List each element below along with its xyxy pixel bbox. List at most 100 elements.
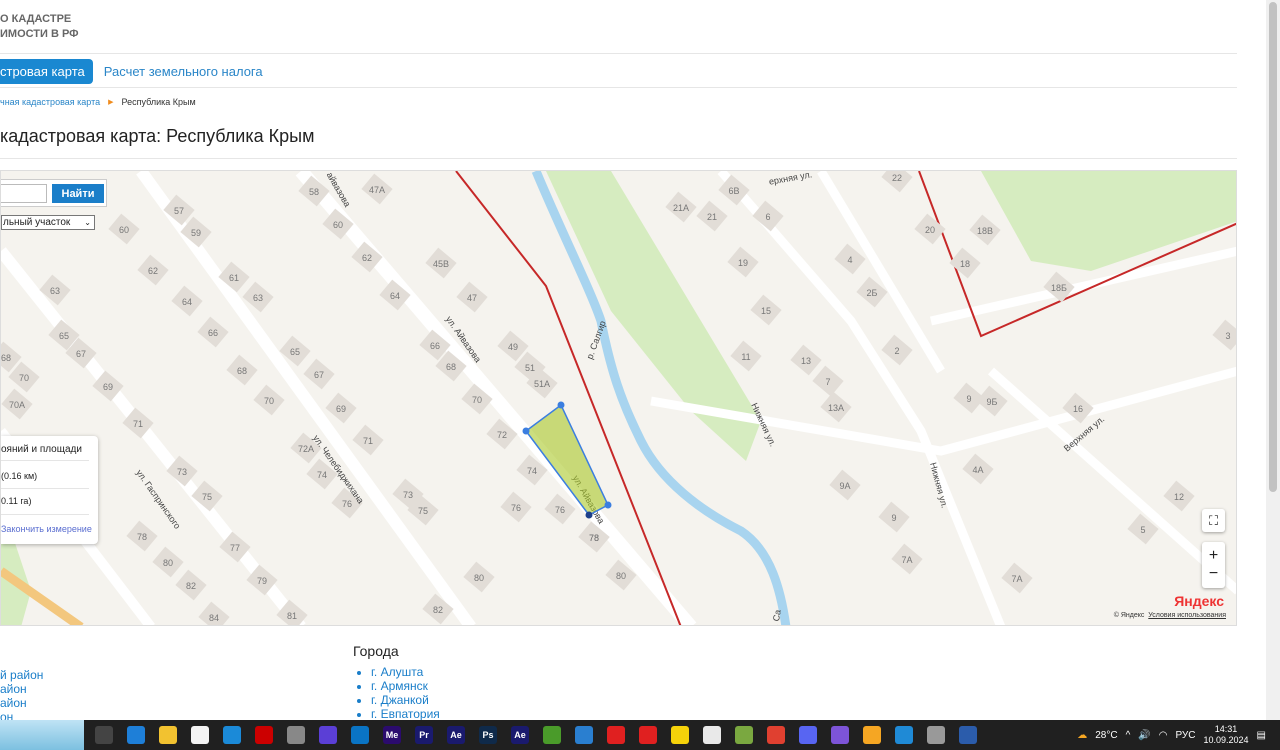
fullscreen-button[interactable]: ⛶	[1202, 509, 1225, 532]
cadastral-search-input[interactable]	[1, 184, 47, 203]
store-app-icon[interactable]: store	[191, 726, 209, 744]
network-app-icon[interactable]: network	[927, 726, 945, 744]
zoom-control: + −	[1202, 542, 1225, 588]
vertex-handle	[557, 401, 565, 409]
district-link[interactable]: айон	[0, 682, 43, 696]
building-number: 4	[847, 255, 852, 265]
discord-app-icon[interactable]: discord	[799, 726, 817, 744]
anydesk-app-icon[interactable]: anydesk	[767, 726, 785, 744]
building-number: 71	[133, 419, 143, 429]
divider	[0, 87, 1237, 88]
building-number: 45В	[433, 259, 449, 269]
wifi-icon[interactable]: ◠	[1159, 730, 1168, 741]
yandex-browser-app-icon[interactable]: yandex-browser	[703, 726, 721, 744]
breadcrumb-arrow-icon: ▶	[108, 99, 114, 106]
building-number: 73	[177, 467, 187, 477]
breadcrumb: чная кадастровая карта ▶ Республика Крым	[0, 97, 196, 107]
pr-app-icon[interactable]: Pr	[415, 726, 433, 744]
building-number: 69	[103, 382, 113, 392]
edge-app-icon[interactable]: edge	[127, 726, 145, 744]
building-number: 61	[229, 273, 239, 283]
building-number: 18Б	[1051, 283, 1067, 293]
building-number: 67	[314, 370, 324, 380]
select-value: льный участок	[3, 217, 71, 228]
nav-land-tax[interactable]: Расчет земельного налога	[104, 64, 263, 79]
chevron-down-icon: ⌄	[84, 218, 91, 227]
building-number: 21А	[673, 203, 689, 213]
task-view-app-icon[interactable]: task-view	[95, 726, 113, 744]
measured-parcel-polygon	[524, 403, 609, 516]
volume-icon[interactable]: 🔊	[1138, 730, 1150, 741]
cloud-app-icon[interactable]: cloud	[287, 726, 305, 744]
yandex-app-icon[interactable]: yandex	[639, 726, 657, 744]
s-app-app-icon[interactable]: s-app	[255, 726, 273, 744]
scrollbar-thumb[interactable]	[1269, 2, 1277, 492]
building-number: 4А	[972, 465, 983, 475]
ae-app-icon[interactable]: Ae	[511, 726, 529, 744]
building-number: 16	[1073, 404, 1083, 414]
terms-link[interactable]: Условия использования	[1148, 612, 1226, 619]
copyright-text: © Яндекс	[1113, 612, 1145, 619]
weather-icon[interactable]: ☁	[1077, 730, 1087, 741]
zoom-out-button[interactable]: −	[1209, 565, 1218, 583]
me-app-icon[interactable]: Me	[383, 726, 401, 744]
opera-app-icon[interactable]: opera	[607, 726, 625, 744]
notifications-icon[interactable]: ▤	[1257, 730, 1266, 741]
logo-line: ИМОСТИ В РФ	[0, 28, 79, 40]
beeline-app-icon[interactable]: beeline	[671, 726, 689, 744]
building-number: 78	[589, 533, 599, 543]
clock[interactable]: 14:31 10.09.2024	[1204, 724, 1249, 746]
city-link[interactable]: г. Джанкой	[371, 693, 440, 707]
remote-app-icon[interactable]: remote	[895, 726, 913, 744]
nav-cadastral-map[interactable]: стровая карта	[0, 59, 93, 84]
building-number: 5	[1140, 525, 1145, 535]
date: 10.09.2024	[1203, 735, 1249, 745]
building-number: 66	[430, 341, 440, 351]
defender-app-icon[interactable]: defender	[575, 726, 593, 744]
breadcrumb-parent[interactable]: чная кадастровая карта	[0, 97, 100, 107]
building-number: 49	[508, 342, 518, 352]
map-canvas[interactable]: 575960626361636466686567697071687070А656…	[1, 171, 1237, 626]
city-link[interactable]: г. Армянск	[371, 679, 440, 693]
word-app-icon[interactable]: Word	[959, 726, 977, 744]
page-scrollbar[interactable]	[1266, 0, 1280, 720]
district-link[interactable]: айон	[0, 696, 43, 710]
chevron-up-icon[interactable]: ^	[1126, 730, 1131, 741]
building-number: 58	[309, 187, 319, 197]
building-number: 47	[467, 293, 477, 303]
district-link[interactable]: й район	[0, 668, 43, 682]
mail2-app-icon[interactable]: mail2	[863, 726, 881, 744]
building-number: 72	[497, 430, 507, 440]
drop-app-icon[interactable]: drop	[831, 726, 849, 744]
ps-app-icon[interactable]: Ps	[479, 726, 497, 744]
building-number: 9	[891, 513, 896, 523]
search-button[interactable]: Найти	[52, 184, 104, 203]
mail-app-icon[interactable]: mail	[223, 726, 241, 744]
zoom-in-button[interactable]: +	[1209, 547, 1218, 565]
screen-app-icon[interactable]: screen	[351, 726, 369, 744]
building-number: 7	[825, 377, 830, 387]
language-indicator[interactable]: РУС	[1175, 730, 1195, 741]
city-link[interactable]: г. Евпатория	[371, 707, 440, 721]
finish-measure-link[interactable]: Закончить измерение	[1, 524, 92, 534]
building-number: 18	[960, 259, 970, 269]
weather-temp[interactable]: 28°C	[1095, 730, 1117, 741]
vpn-app-icon[interactable]: vpn	[319, 726, 337, 744]
building-number: 84	[209, 613, 219, 623]
site-logo[interactable]: О КАДАСТРЕ ИМОСТИ В РФ	[0, 12, 79, 42]
photos-app-icon[interactable]: photos	[735, 726, 753, 744]
building-number: 60	[333, 220, 343, 230]
city-link[interactable]: г. Алушта	[371, 665, 440, 679]
building-number: 68	[237, 366, 247, 376]
building-number: 18В	[977, 226, 993, 236]
building-number: 68	[446, 362, 456, 372]
building-number: 80	[616, 571, 626, 581]
building-number: 9А	[839, 481, 850, 491]
explorer-app-icon[interactable]: explorer	[159, 726, 177, 744]
start-button[interactable]	[0, 720, 84, 750]
ae-app-icon[interactable]: Ae	[447, 726, 465, 744]
building-number: 63	[50, 286, 60, 296]
object-type-select[interactable]: льный участок ⌄	[1, 215, 95, 230]
cadastral-map[interactable]: 57 59 60 62 63 61 63 64 66 68 65 67 69 70 71 68 70 70А 65 6…	[0, 170, 1237, 626]
utorrent-app-icon[interactable]: utorrent	[543, 726, 561, 744]
